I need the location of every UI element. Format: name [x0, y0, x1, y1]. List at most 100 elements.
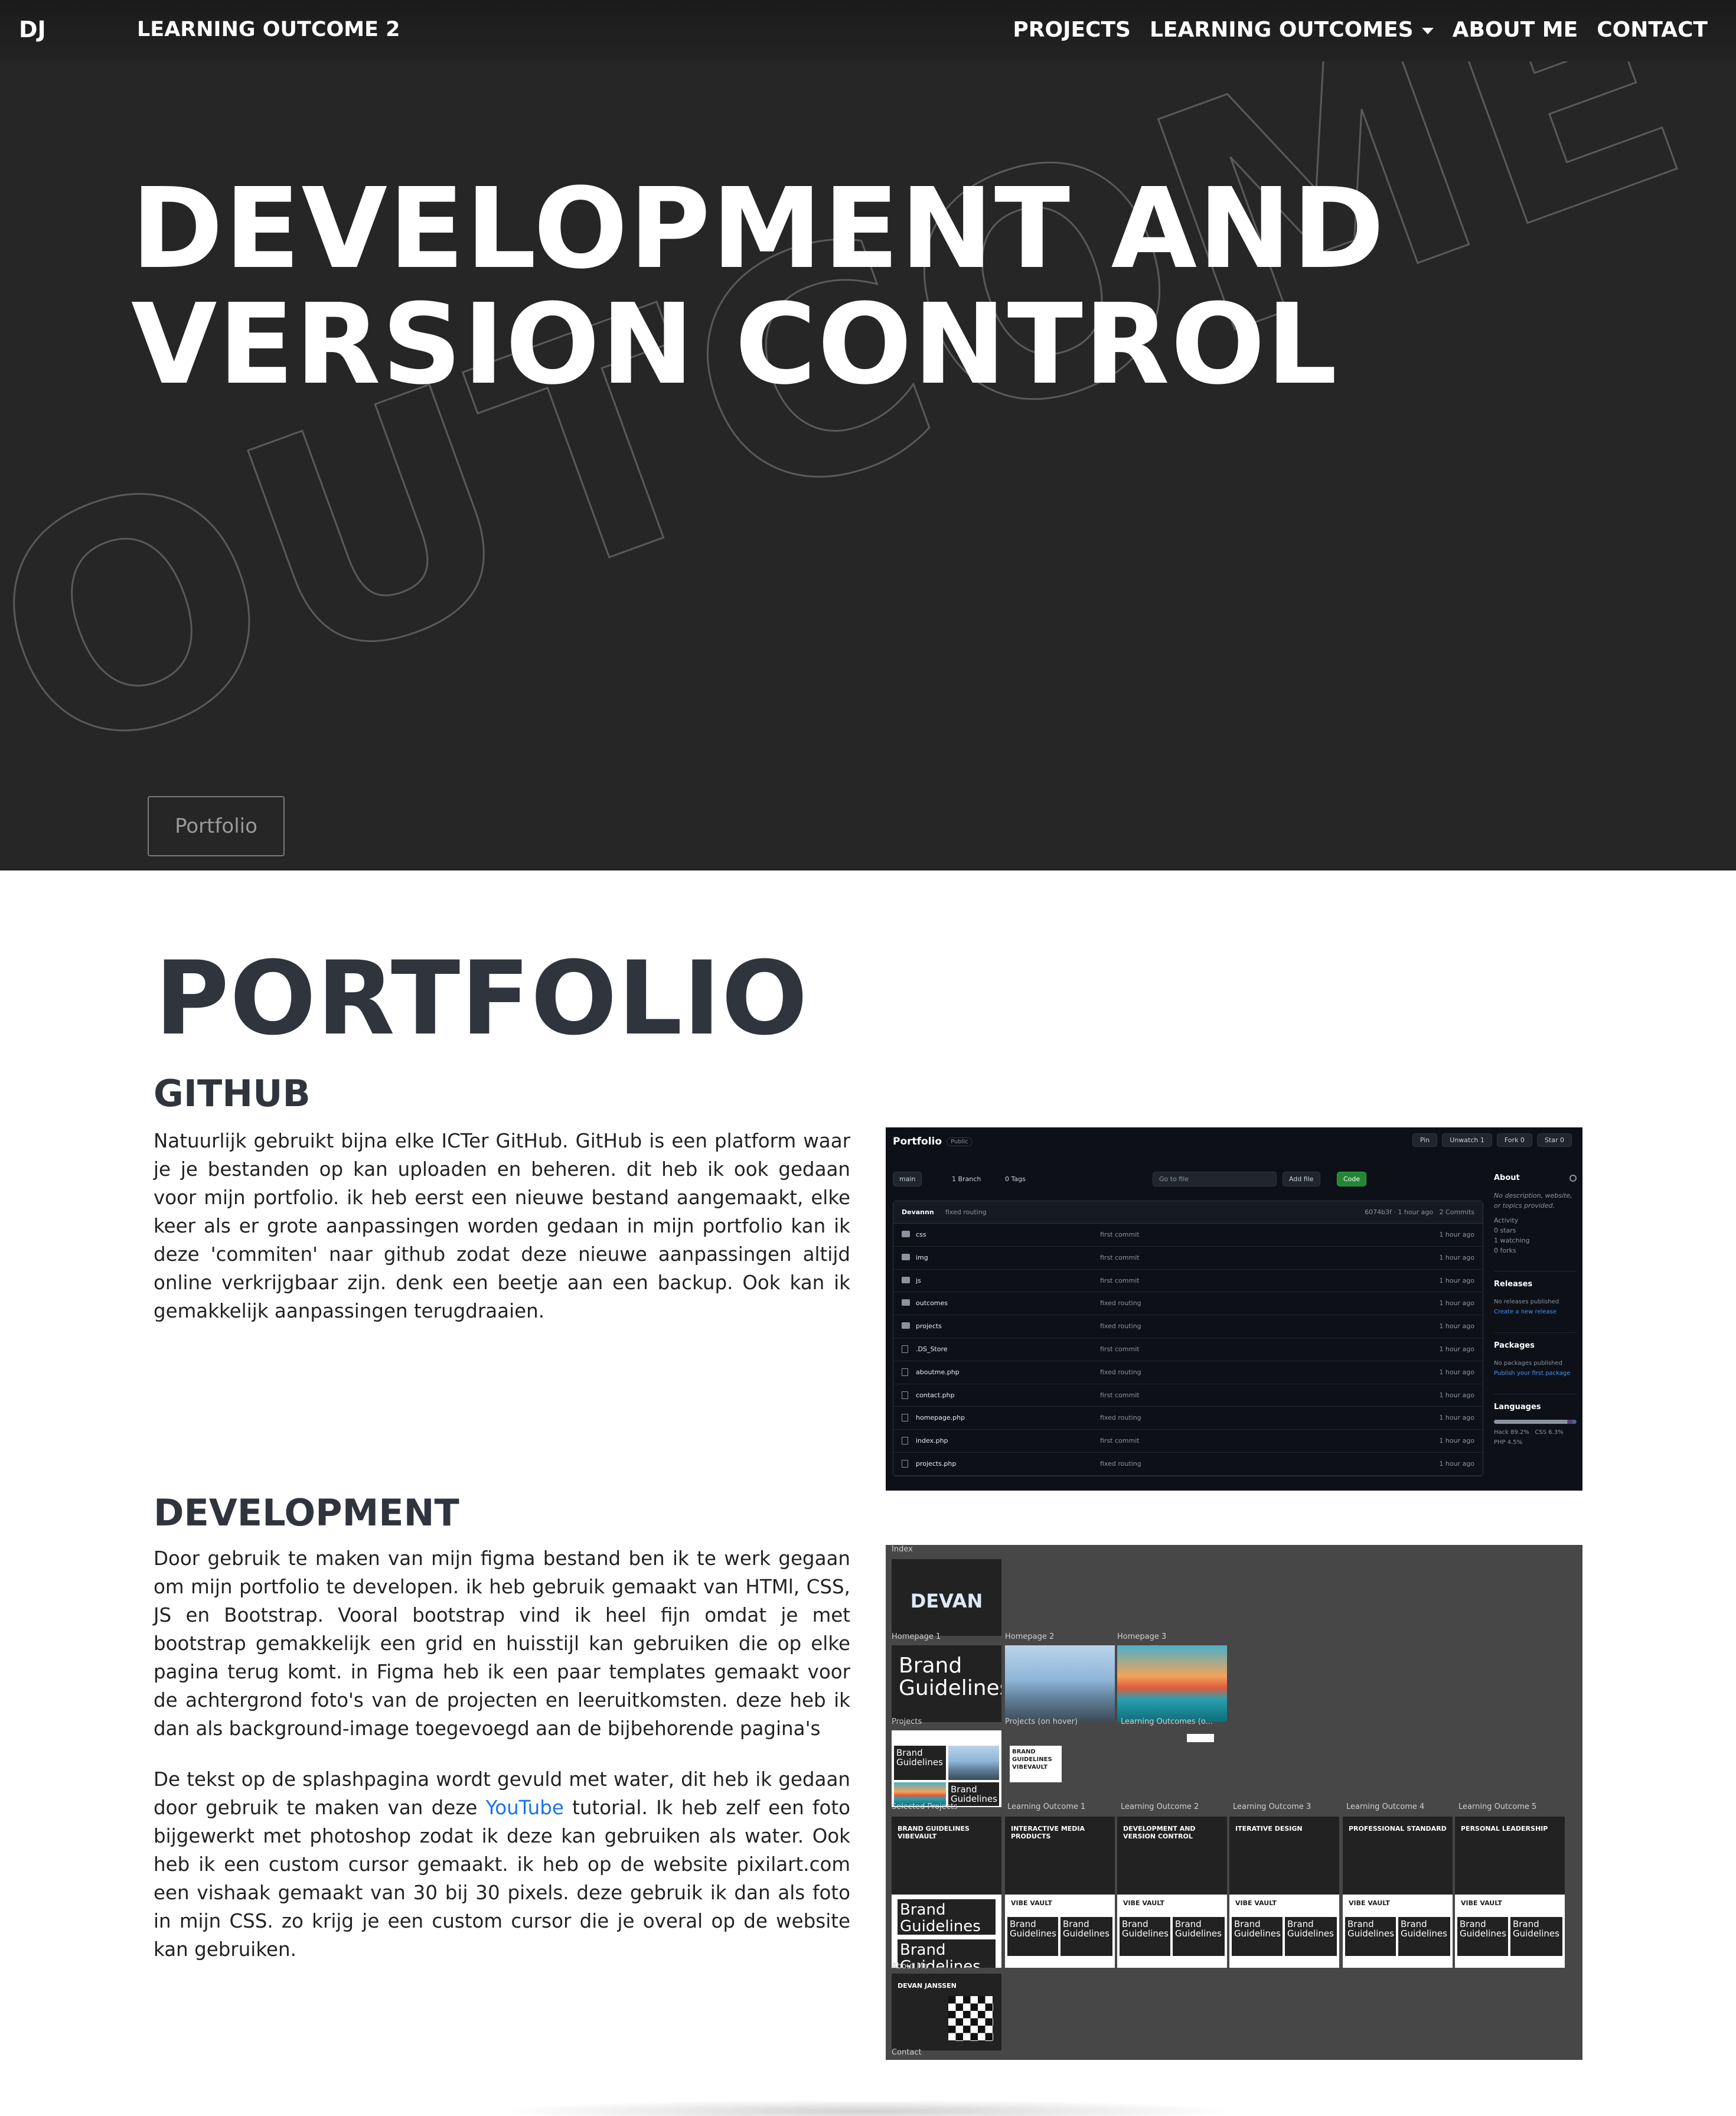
file-name: index.php: [916, 1437, 948, 1445]
folder-icon: [902, 1322, 910, 1329]
table-row: css first commit 1 hour ago: [893, 1224, 1483, 1247]
file-commit-time: 1 hour ago: [1439, 1391, 1474, 1399]
fg-label-lo3: Learning Outcome 3: [1233, 1802, 1311, 1811]
fg-projects-photo: [948, 1746, 999, 1780]
fg-frame-lo2: DEVELOPMENT AND VERSION CONTROL VIBE VAUL…: [1117, 1817, 1227, 1968]
fg-label-lo4: Learning Outcome 4: [1346, 1802, 1425, 1811]
fg-lo-brand-2: Brand Guidelines: [1398, 1917, 1450, 1956]
gh-branch-select: main: [893, 1172, 922, 1186]
fg-lo-vibe: VIBE VAULT: [1349, 1899, 1390, 1907]
nav-link-contact[interactable]: CONTACT: [1597, 18, 1708, 42]
fg-label-lo-hover: Learning Outcomes (o...: [1121, 1717, 1213, 1726]
gh-file-rows: css first commit 1 hour ago img first commit…: [893, 1224, 1483, 1476]
file-icon: [902, 1368, 908, 1376]
fg-lo-brand-2: Brand Guidelines: [1510, 1917, 1562, 1956]
gh-tags-count: 0 Tags: [1005, 1175, 1026, 1183]
fg-devan-logo: DEVAN: [910, 1590, 983, 1612]
hero-section: OUTCOME 2 DEVELOPMENT AND VERSION CONTRO…: [0, 0, 1736, 870]
fg-label-about: About Me: [892, 1962, 928, 1971]
gh-releases-text: No releases published: [1494, 1299, 1559, 1305]
gh-packages-text: No packages published: [1494, 1360, 1563, 1367]
development-text-1: Door gebruik te maken van mijn figma bes…: [154, 1547, 850, 1740]
gh-about-sidebar: About No description, website, or topics…: [1494, 1173, 1577, 1447]
nav-link-about-me[interactable]: ABOUT ME: [1453, 18, 1578, 42]
file-commit-time: 1 hour ago: [1439, 1322, 1474, 1331]
fg-label-lo1: Learning Outcome 1: [1007, 1802, 1086, 1811]
gh-about-activity: Activity: [1494, 1217, 1519, 1224]
gh-packages: Packages No packages published Publish y…: [1494, 1332, 1577, 1378]
gh-star-button: Star 0: [1536, 1133, 1572, 1147]
gh-releases-title: Releases: [1494, 1280, 1533, 1289]
file-commit-time: 1 hour ago: [1439, 1299, 1474, 1308]
table-row: projects.php fixed routing 1 hour ago: [893, 1453, 1483, 1476]
gh-languages-title: Languages: [1494, 1403, 1541, 1411]
fg-label-home3: Homepage 3: [1117, 1632, 1167, 1641]
fg-label-index: Index: [892, 1545, 913, 1554]
gh-about-text: No description, website, or topics provi…: [1494, 1192, 1572, 1209]
gh-about-stars: 0 stars: [1494, 1227, 1516, 1234]
fg-frame-selected: BRAND GUIDELINES VIBEVAULT Brand Guideli…: [892, 1817, 1001, 1968]
folder-icon: [902, 1253, 910, 1260]
fg-lo-title: INTERACTIVE MEDIA PRODUCTS: [1011, 1825, 1085, 1840]
gh-lang-hack: Hack 89.2%: [1494, 1429, 1529, 1436]
fg-frame-lo3: ITERATIVE DESIGN VIBE VAULT Brand Guidelin…: [1229, 1817, 1339, 1968]
fg-lo-brand-1: Brand Guidelines: [1120, 1917, 1170, 1956]
fg-lo-vibe: VIBE VAULT: [1123, 1899, 1164, 1907]
fg-brand-text: Brand Guidelines: [899, 1654, 1001, 1700]
portfolio-title: PORTFOLIO: [155, 939, 808, 1058]
table-row: js first commit 1 hour ago: [893, 1270, 1483, 1293]
fg-lo-vibe: VIBE VAULT: [1235, 1899, 1277, 1907]
file-name: .DS_Store: [916, 1345, 948, 1353]
hero-title-line1: DEVELOPMENT AND: [131, 164, 1386, 294]
gh-file-table: Devannn fixed routing 6074b3f · 1 hour a…: [893, 1201, 1483, 1476]
github-text: Natuurlijk gebruikt bijna elke ICTer Git…: [154, 1130, 850, 1322]
gh-commit-hash: 6074b3f · 1 hour ago: [1365, 1208, 1434, 1216]
fg-lo-brand-2: Brand Guidelines: [1173, 1917, 1225, 1956]
file-name: img: [916, 1253, 928, 1261]
fg-lo-brand-1: Brand Guidelines: [1007, 1917, 1058, 1956]
gh-commits-count: 2 Commits: [1439, 1208, 1474, 1216]
fg-label-contact: Contact: [892, 2048, 922, 2057]
youtube-link[interactable]: YouTube: [486, 1797, 564, 1819]
file-name: projects.php: [916, 1459, 957, 1468]
fg-lo-white: VIBE VAULT Brand Guidelines Brand Guidelin…: [1005, 1895, 1115, 1968]
table-row: aboutme.php fixed routing 1 hour ago: [893, 1361, 1483, 1384]
gh-watch-button: Unwatch 1: [1442, 1133, 1492, 1147]
file-icon: [902, 1345, 908, 1353]
folder-icon: [902, 1231, 910, 1237]
nav-link-projects[interactable]: PROJECTS: [1013, 18, 1131, 42]
gh-language-bar: [1494, 1420, 1577, 1424]
gh-branches-count: 1 Branch: [952, 1175, 981, 1183]
caret-down-icon: [1421, 27, 1434, 34]
fg-lo-white: VIBE VAULT Brand Guidelines Brand Guidelin…: [1117, 1895, 1227, 1968]
file-commit-msg: fixed routing: [1100, 1322, 1141, 1331]
portfolio-button[interactable]: Portfolio: [148, 796, 285, 856]
hero-title-line2: VERSION CONTROL: [131, 280, 1339, 409]
gh-pin-button: Pin: [1412, 1133, 1438, 1147]
gh-releases: Releases No releases published Create a …: [1494, 1271, 1577, 1317]
development-text-2: De tekst op de splashpagina wordt gevuld…: [154, 1765, 850, 1964]
fg-about-name: DEVAN JANSSEN: [898, 1982, 957, 1990]
fg-frame-index: DEVAN: [892, 1559, 1001, 1636]
development-text-2-part2: tutorial. Ik heb zelf een foto bijgewerk…: [154, 1797, 850, 1961]
fg-lo-brand-2: Brand Guidelines: [1060, 1917, 1112, 1956]
file-commit-msg: first commit: [1100, 1437, 1140, 1445]
fg-lo-brand-2: Brand Guidelines: [1285, 1917, 1337, 1956]
file-commit-time: 1 hour ago: [1439, 1414, 1474, 1422]
gh-code-button: Code: [1337, 1172, 1367, 1186]
fg-frame-lo4: PROFESSIONAL STANDARD VIBE VAULT Brand Gui…: [1343, 1817, 1453, 1968]
fg-label-lo2: Learning Outcome 2: [1121, 1802, 1199, 1811]
file-commit-msg: fixed routing: [1100, 1368, 1141, 1376]
brand-logo[interactable]: DJ: [19, 17, 46, 43]
file-name: js: [916, 1276, 921, 1284]
fg-frame-lo5: PERSONAL LEADERSHIP VIBE VAULT Brand Guide…: [1455, 1817, 1565, 1968]
file-commit-time: 1 hour ago: [1439, 1459, 1474, 1468]
file-name: homepage.php: [916, 1414, 965, 1422]
development-heading: DEVELOPMENT: [154, 1491, 459, 1534]
bottom-shadow: [496, 2099, 1240, 2116]
nav-link-learning-outcomes-dropdown[interactable]: LEARNING OUTCOMES: [1150, 18, 1434, 42]
table-row: outcomes fixed routing 1 hour ago: [893, 1292, 1483, 1316]
gh-releases-link: Create a new release: [1494, 1309, 1557, 1315]
nav-links: PROJECTS LEARNING OUTCOMES ABOUT ME CONT…: [1013, 18, 1708, 42]
file-commit-msg: first commit: [1100, 1391, 1140, 1399]
